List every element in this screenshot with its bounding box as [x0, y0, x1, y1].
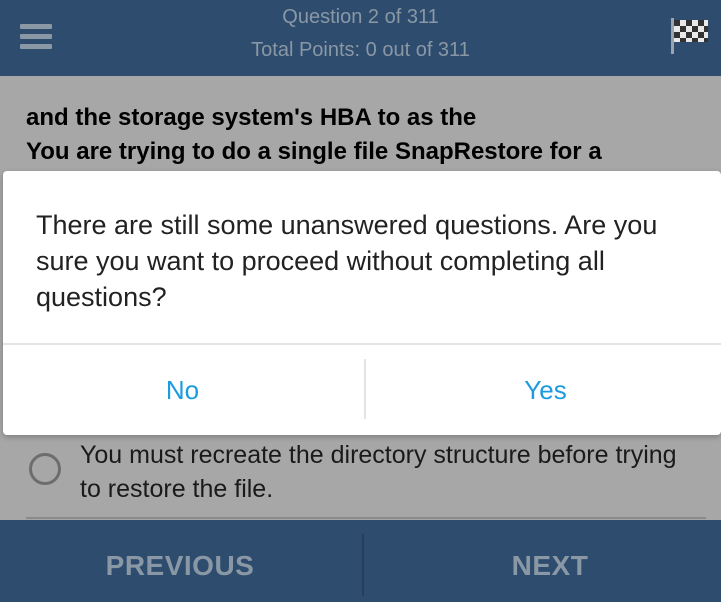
- bottom-nav: PREVIOUS NEXT: [0, 520, 721, 602]
- question-counter: Question 2 of 311: [282, 6, 439, 28]
- option-text[interactable]: You must recreate the directory structur…: [80, 438, 680, 506]
- question-text-line-2: You are trying to do a single file SnapR…: [26, 138, 602, 165]
- next-button[interactable]: NEXT: [370, 520, 721, 602]
- total-points: Total Points: 0 out of 311: [251, 39, 470, 61]
- footer-divider: [362, 534, 364, 596]
- top-bar: Question 2 of 311 Total Points: 0 out of…: [0, 0, 721, 76]
- no-button[interactable]: No: [3, 345, 362, 435]
- dialog-message: There are still some unanswered question…: [36, 210, 658, 312]
- yes-button[interactable]: Yes: [366, 345, 721, 435]
- confirm-dialog: There are still some unanswered question…: [3, 171, 721, 435]
- option-divider: [26, 517, 706, 519]
- option-radio-button[interactable]: [29, 453, 61, 485]
- checkered-flag-icon[interactable]: [667, 16, 711, 56]
- previous-button[interactable]: PREVIOUS: [0, 520, 360, 602]
- question-text-line-1: and the storage system's HBA to as the: [26, 104, 477, 131]
